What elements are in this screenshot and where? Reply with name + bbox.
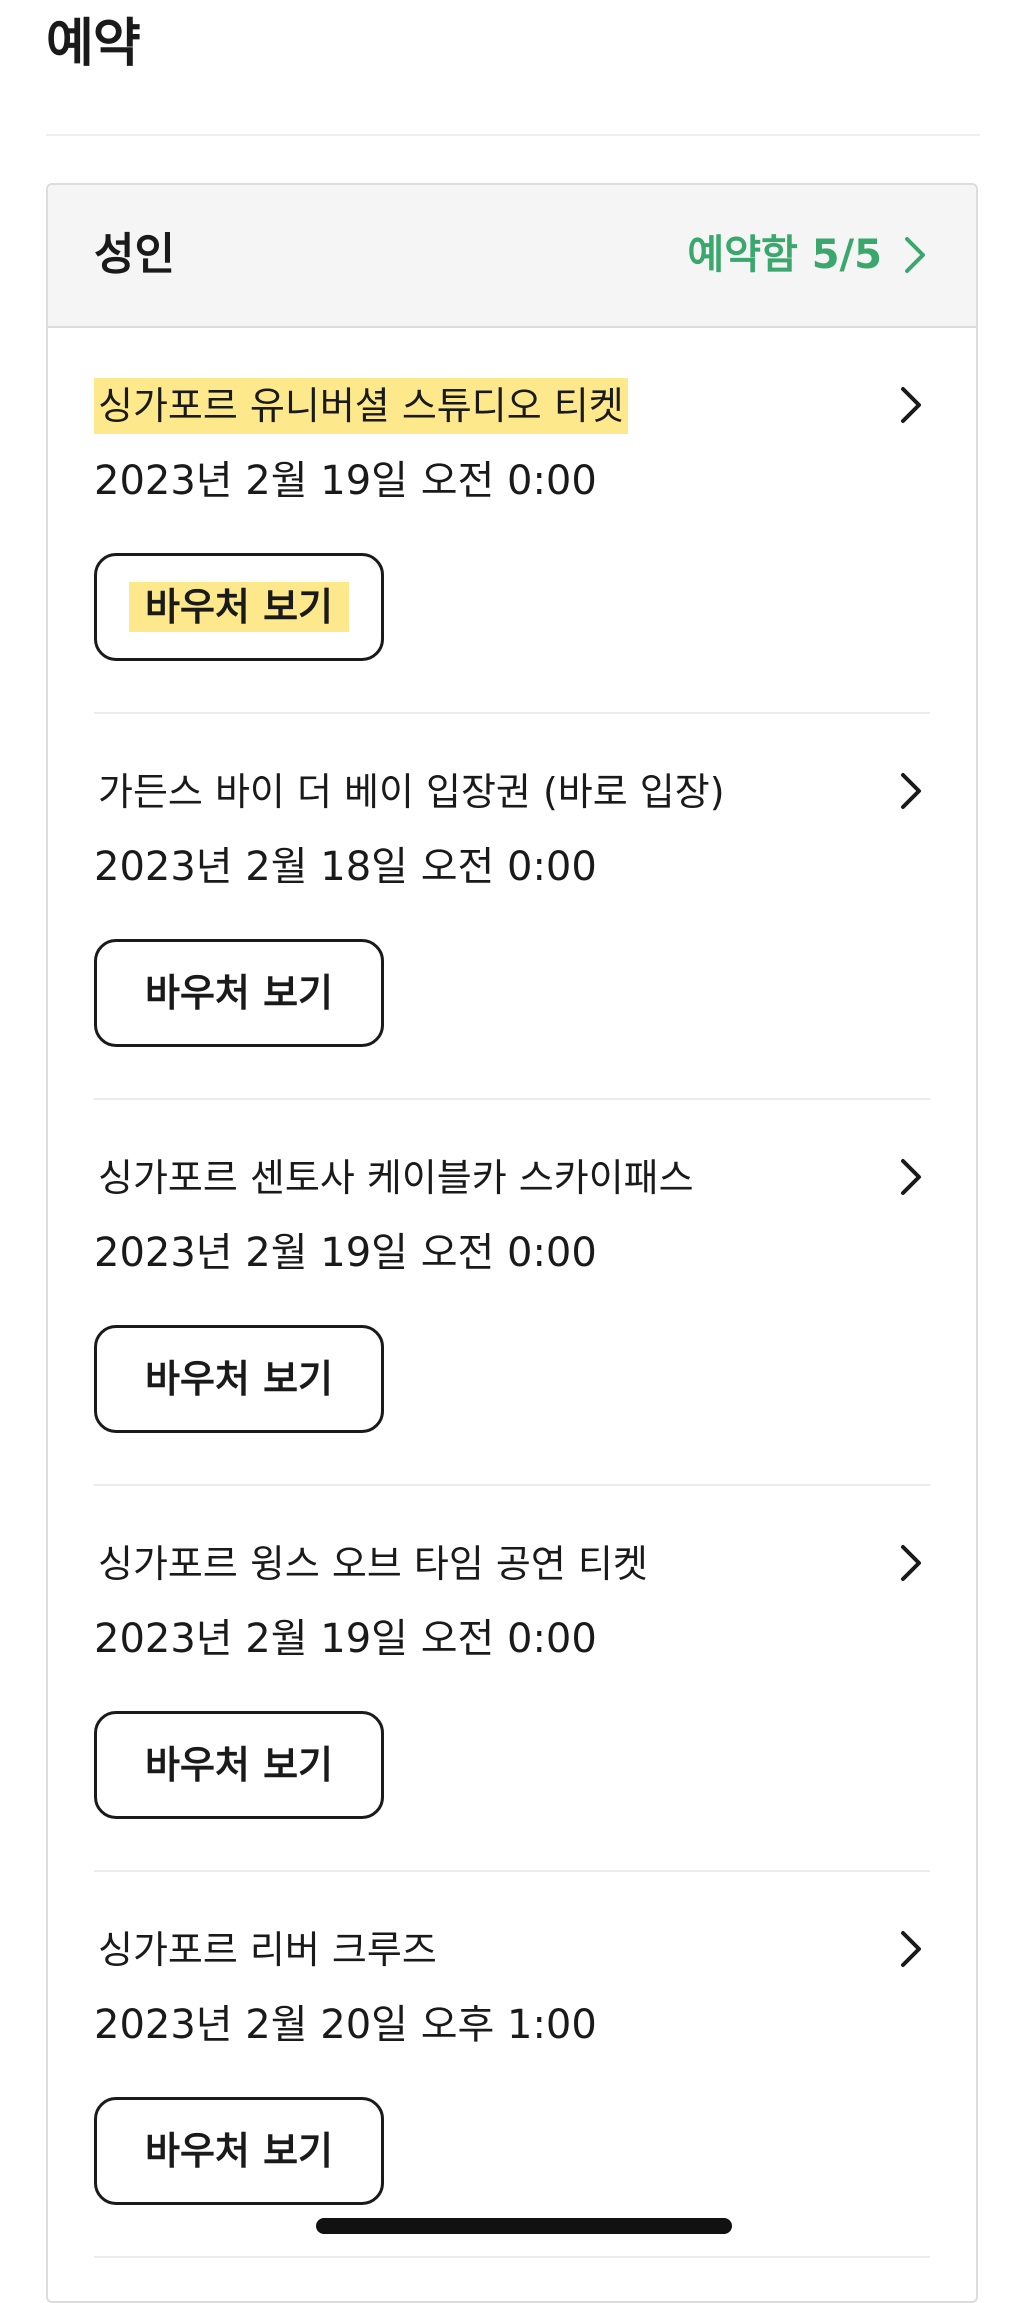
view-voucher-button[interactable]: 바우처 보기 bbox=[94, 553, 384, 661]
view-voucher-button[interactable]: 바우처 보기 bbox=[94, 1711, 384, 1819]
booking-item-title-link[interactable]: 싱가포르 유니버셜 스튜디오 티켓 bbox=[94, 378, 930, 434]
booking-item-title: 가든스 바이 더 베이 입장권 (바로 입장) bbox=[98, 770, 725, 814]
view-voucher-label: 바우처 보기 bbox=[128, 582, 350, 632]
view-voucher-button[interactable]: 바우처 보기 bbox=[94, 939, 384, 1047]
booking-item-title: 싱가포르 리버 크루즈 bbox=[98, 1928, 437, 1972]
chevron-right-icon bbox=[901, 773, 921, 809]
booking-item-date: 2023년 2월 18일 오전 0:00 bbox=[94, 844, 597, 890]
booking-item-title-link[interactable]: 싱가포르 센토사 케이블카 스카이패스 bbox=[94, 1150, 930, 1206]
card-header: 성인 예약함 5/5 bbox=[48, 185, 976, 328]
view-voucher-label: 바우처 보기 bbox=[144, 1357, 334, 1401]
ticket-type-title: 성인 bbox=[94, 229, 175, 280]
chevron-right-icon bbox=[901, 1545, 921, 1581]
booking-item-date: 2023년 2월 20일 오후 1:00 bbox=[94, 2002, 597, 2048]
chevron-right-icon bbox=[901, 1159, 921, 1195]
booking-item: 싱가포르 윙스 오브 타임 공연 티켓 2023년 2월 19일 오전 0:00… bbox=[94, 1486, 930, 1872]
home-indicator[interactable] bbox=[316, 2218, 732, 2234]
booking-item-title-link[interactable]: 가든스 바이 더 베이 입장권 (바로 입장) bbox=[94, 764, 930, 820]
booking-item-title: 싱가포르 유니버셜 스튜디오 티켓 bbox=[94, 378, 628, 434]
view-voucher-label: 바우처 보기 bbox=[144, 971, 334, 1015]
booking-status-label: 예약함 5/5 bbox=[687, 232, 882, 278]
title-divider bbox=[46, 134, 980, 136]
booking-item: 싱가포르 유니버셜 스튜디오 티켓 2023년 2월 19일 오전 0:00 바… bbox=[94, 328, 930, 714]
page-title: 예약 bbox=[46, 14, 141, 74]
view-voucher-label: 바우처 보기 bbox=[144, 1743, 334, 1787]
booking-item: 가든스 바이 더 베이 입장권 (바로 입장) 2023년 2월 18일 오전 … bbox=[94, 714, 930, 1100]
booking-item-title: 싱가포르 윙스 오브 타임 공연 티켓 bbox=[98, 1542, 648, 1586]
chevron-right-icon bbox=[901, 1931, 921, 1967]
booking-card: 성인 예약함 5/5 싱가포르 유니버셜 스튜디오 티켓 2023년 2월 19… bbox=[46, 183, 978, 2303]
view-voucher-label: 바우처 보기 bbox=[144, 2129, 334, 2173]
chevron-right-icon bbox=[905, 237, 925, 273]
booking-item: 싱가포르 리버 크루즈 2023년 2월 20일 오후 1:00 바우처 보기 bbox=[94, 1872, 930, 2258]
booking-item-date: 2023년 2월 19일 오전 0:00 bbox=[94, 458, 597, 504]
booking-item-title-link[interactable]: 싱가포르 리버 크루즈 bbox=[94, 1922, 930, 1978]
booking-item: 싱가포르 센토사 케이블카 스카이패스 2023년 2월 19일 오전 0:00… bbox=[94, 1100, 930, 1486]
booking-item-title: 싱가포르 센토사 케이블카 스카이패스 bbox=[98, 1156, 694, 1200]
booking-status-link[interactable]: 예약함 5/5 bbox=[687, 225, 926, 285]
booking-item-date: 2023년 2월 19일 오전 0:00 bbox=[94, 1616, 597, 1662]
chevron-right-icon bbox=[901, 387, 921, 423]
view-voucher-button[interactable]: 바우처 보기 bbox=[94, 2097, 384, 2205]
view-voucher-button[interactable]: 바우처 보기 bbox=[94, 1325, 384, 1433]
booking-item-title-link[interactable]: 싱가포르 윙스 오브 타임 공연 티켓 bbox=[94, 1536, 930, 1592]
booking-item-date: 2023년 2월 19일 오전 0:00 bbox=[94, 1230, 597, 1276]
